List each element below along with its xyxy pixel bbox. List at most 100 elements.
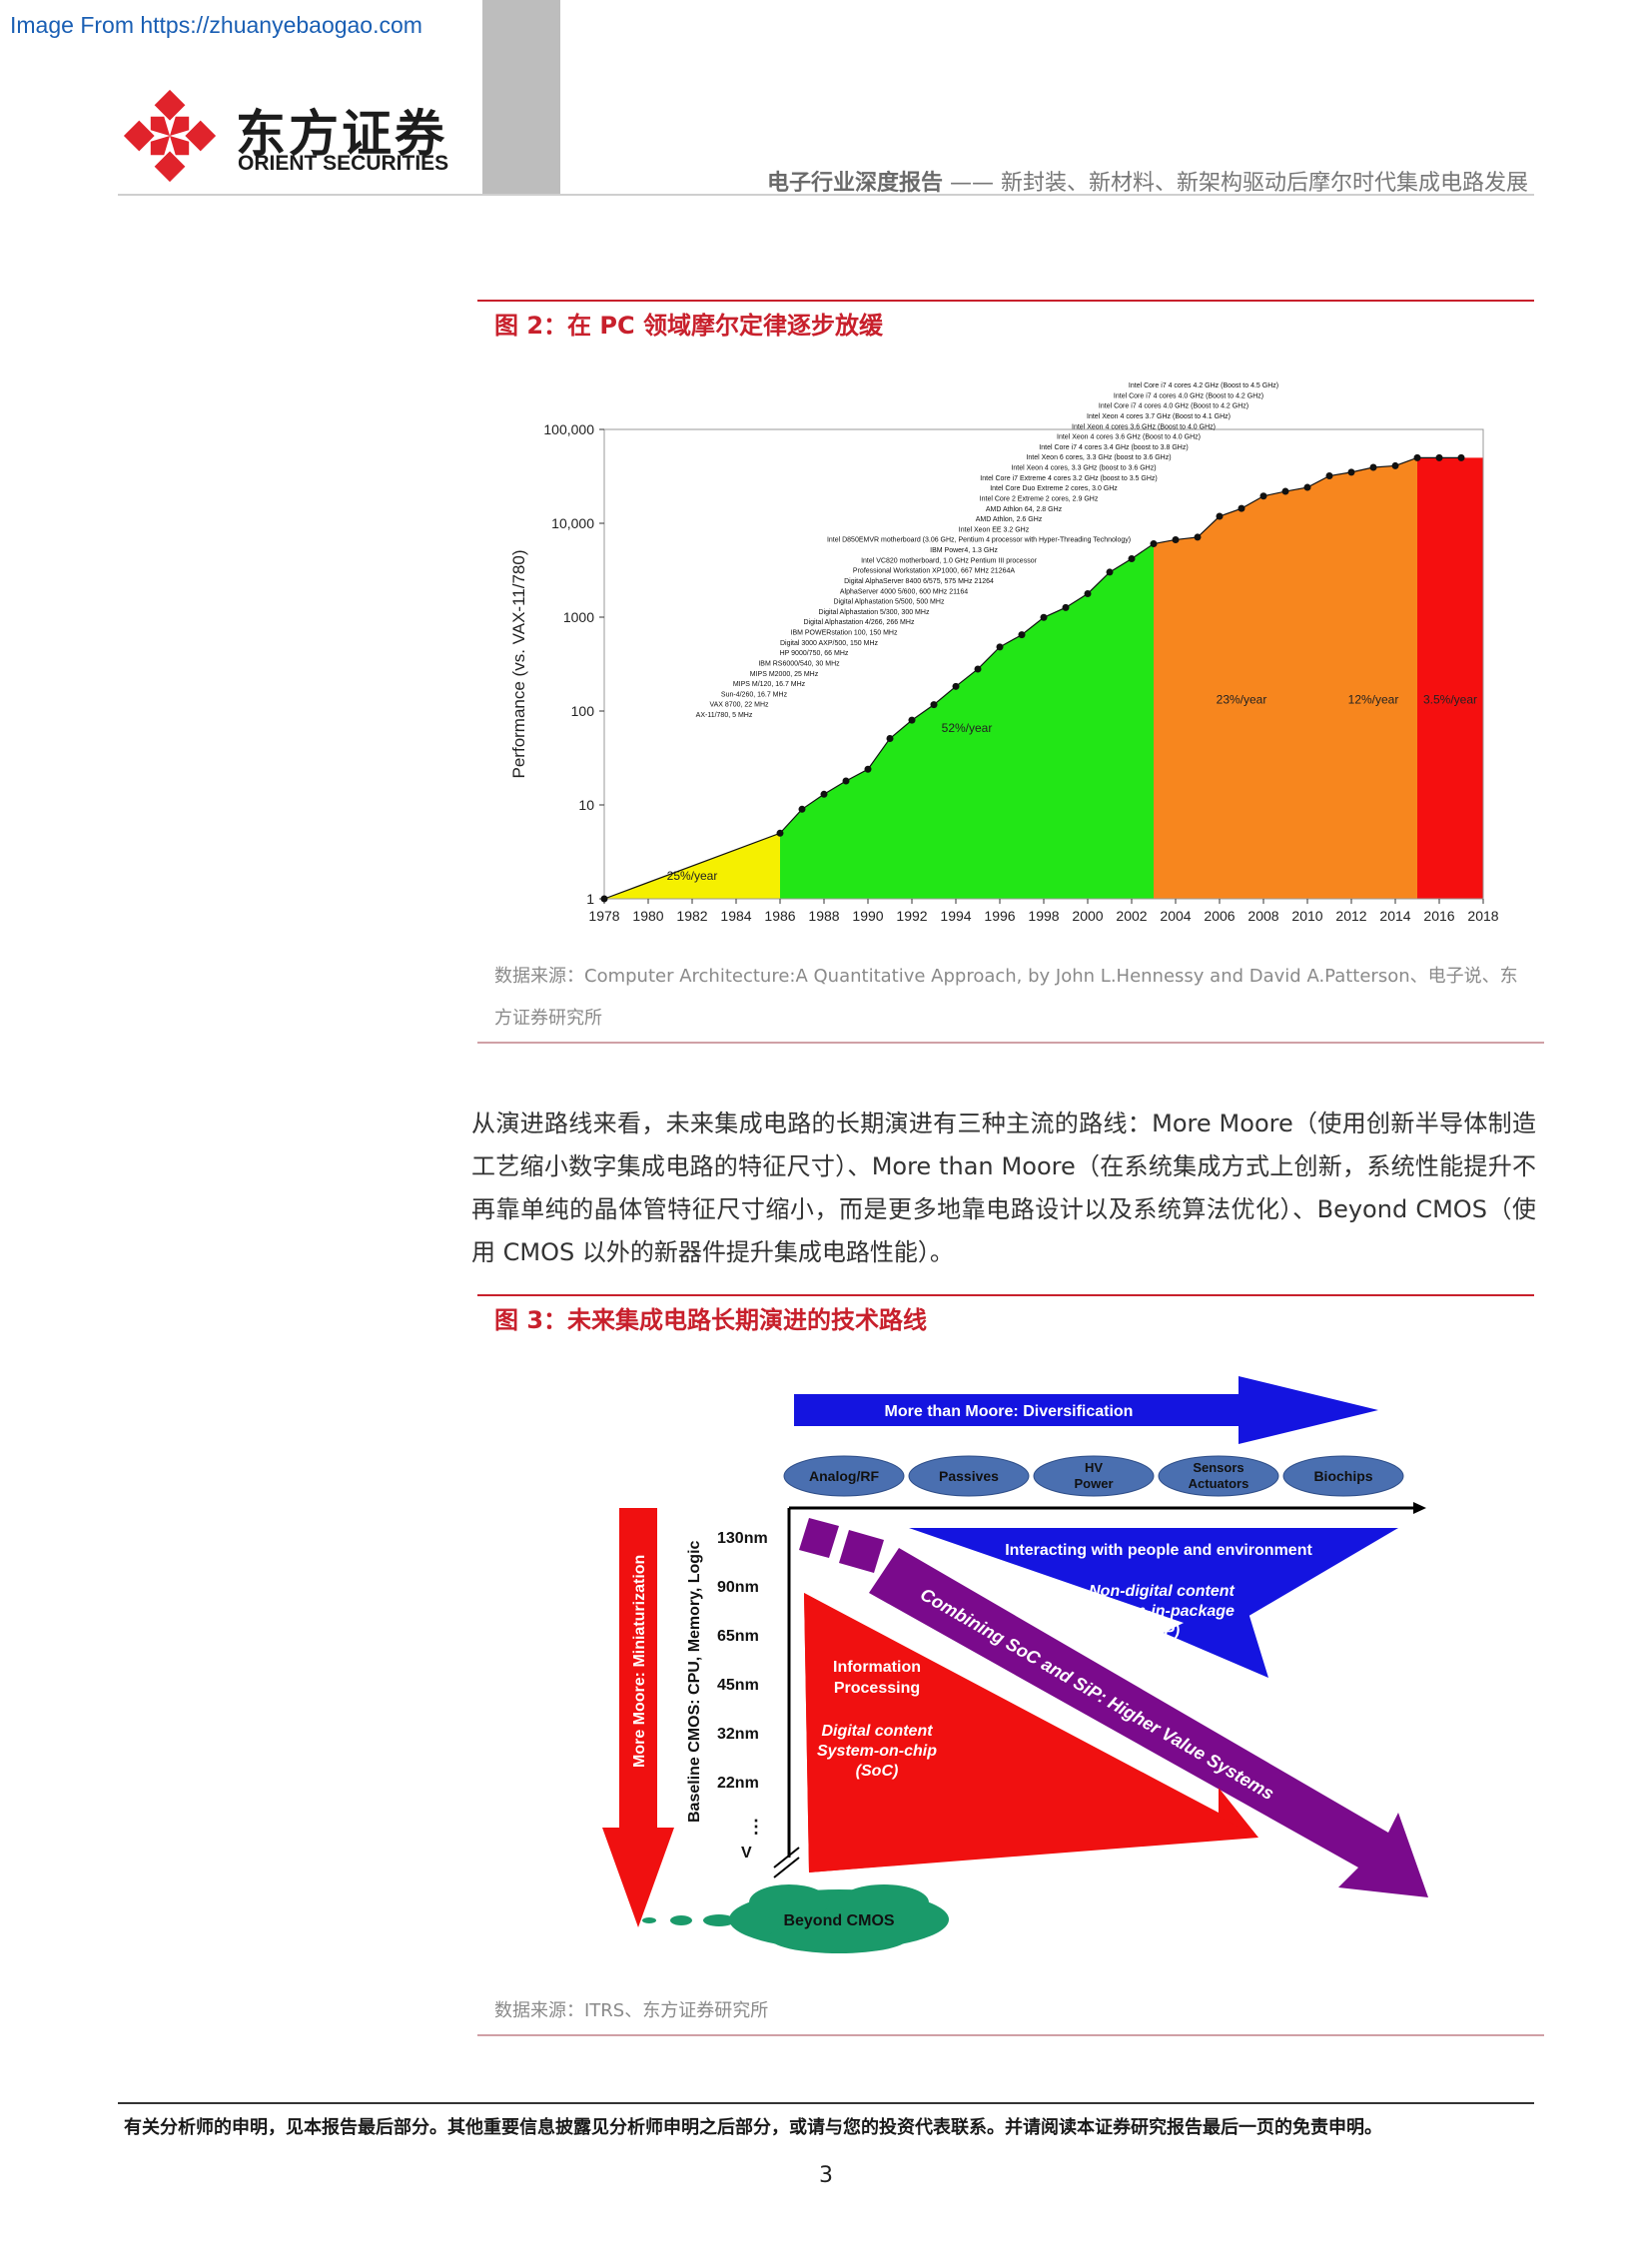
data-point <box>974 665 982 673</box>
data-point <box>1128 554 1136 562</box>
left-arrow-label: More Moore: Miniaturization <box>631 1555 648 1768</box>
figure3-bottom-rule <box>477 2034 1544 2036</box>
processor-label: Digital Alphastation 5/300, 300 MHz <box>819 609 930 616</box>
processor-label: Intel Xeon 4 cores 3.6 GHz (Boost to 4.0… <box>1057 434 1201 441</box>
x-tick-label: 2004 <box>1160 908 1191 924</box>
data-point <box>908 716 916 724</box>
region-label-1: 52%/year <box>942 721 993 735</box>
data-point <box>1259 492 1267 500</box>
x-tick-label: 1998 <box>1028 908 1059 924</box>
processor-label: Digital 3000 AXP/500, 150 MHz <box>780 640 879 647</box>
application-pills: Analog/RF Passives HVPower SensorsActuators… <box>783 1455 1404 1497</box>
axis-break-2 <box>773 1857 800 1878</box>
x-tick-label: 1996 <box>984 908 1015 924</box>
data-point <box>798 805 806 813</box>
processor-label: Intel Xeon 4 cores 3.6 GHz (Boost to 4.0… <box>1072 423 1216 430</box>
report-category: 电子行业深度报告 <box>766 171 943 196</box>
process-nodes: 130nm 90nm 65nm 45nm 32nm 22nm <box>717 1530 768 1792</box>
x-tick-label: 1992 <box>896 908 927 924</box>
page-number: 3 <box>819 2163 833 2188</box>
pill-label: Actuators <box>1189 1476 1249 1491</box>
node-arrow-down: V <box>741 1845 752 1862</box>
processor-label: AX-11/780, 5 MHz <box>696 712 753 719</box>
processor-label: Intel Core Duo Extreme 2 cores, 3.0 GHz <box>990 485 1118 492</box>
figure3-title: 图 3：未来集成电路长期演进的技术路线 <box>494 1306 928 1334</box>
processor-label: Intel Xeon 4 cores, 3.3 GHz (boost to 3.… <box>1011 465 1156 472</box>
x-tick-label: 1982 <box>676 908 707 924</box>
purple-block-1 <box>799 1518 839 1558</box>
y-tick-label: 10 <box>578 797 594 813</box>
processor-label: AMD Athlon 64, 2.8 GHz <box>986 506 1063 513</box>
processor-label: Professional Workstation XP1000, 667 MHz… <box>853 568 1015 575</box>
processor-label: IBM RS6000/540, 30 MHz <box>758 660 840 667</box>
data-point <box>600 895 608 903</box>
figure2-title: 图 2：在 PC 领域摩尔定律逐步放缓 <box>494 312 883 340</box>
data-point <box>776 829 784 837</box>
processor-label: Intel Xeon 4 cores 3.7 GHz (Boost to 4.1… <box>1087 413 1231 420</box>
processor-label: Intel Core i7 Extreme 4 cores 3.2 GHz (b… <box>980 475 1157 482</box>
x-tick-label: 1984 <box>720 908 751 924</box>
processor-label: Intel Core i7 4 cores 3.4 GHz (boost to … <box>1039 444 1188 451</box>
y-tick-label: 100 <box>571 703 595 719</box>
footer-disclaimer: 有关分析师的申明，见本报告最后部分。其他重要信息披露见分析师申明之后部分，或请与… <box>124 2117 1382 2138</box>
processor-label: Intel Xeon EE 3.2 GHz <box>959 526 1030 533</box>
node-label: 32nm <box>717 1726 759 1743</box>
pill-label: Analog/RF <box>809 1468 879 1484</box>
processor-label: Digital Alphastation 5/500, 500 MHz <box>834 599 945 606</box>
processor-label: Intel VC820 motherboard, 1.0 GHz Pentium… <box>861 557 1038 564</box>
x-tick-label: 2012 <box>1335 908 1366 924</box>
processor-label: Intel Xeon 6 cores, 3.3 GHz (boost to 3.… <box>1026 454 1171 461</box>
blue-triangle-label: Interacting with people and environment <box>1005 1542 1312 1559</box>
figure3-top-rule <box>477 1294 1534 1296</box>
processor-label: AMD Athlon, 2.6 GHz <box>976 516 1043 523</box>
data-point <box>1457 453 1465 461</box>
axis-arrowhead-right <box>1413 1502 1426 1514</box>
data-point <box>1435 453 1443 461</box>
node-label: 45nm <box>717 1677 759 1694</box>
data-point <box>1325 472 1333 480</box>
orient-logo-icon <box>123 89 217 183</box>
purple-block-2 <box>839 1530 884 1573</box>
roadmap-diagram: More than Moore: Diversification Analog/… <box>602 1376 1428 1953</box>
data-point <box>820 790 828 798</box>
data-point <box>1413 453 1421 461</box>
processor-label: HP 9000/750, 66 MHz <box>780 650 849 657</box>
node-label: 130nm <box>717 1530 768 1547</box>
y-tick-label: 1000 <box>563 609 594 625</box>
report-header: 电子行业深度报告 —— 新封装、新材料、新架构驱动后摩尔时代集成电路发展 <box>767 165 1528 197</box>
footer-divider <box>118 2102 1534 2104</box>
x-tick-label: 1990 <box>852 908 883 924</box>
data-point <box>1216 512 1224 520</box>
data-point <box>886 734 894 742</box>
data-point <box>952 682 960 690</box>
x-tick-label: 2018 <box>1467 908 1498 924</box>
data-point <box>1062 603 1070 611</box>
data-point <box>1194 533 1202 541</box>
processor-label: Digital Alphastation 4/266, 266 MHz <box>804 619 915 626</box>
region-label-2: 23%/year <box>1217 693 1267 707</box>
performance-chart: 25%/year 52%/year 23%/year 12%/year 3.5%/yea… <box>509 382 1499 924</box>
region-label-4: 3.5%/year <box>1423 693 1477 707</box>
pill-label: Passives <box>939 1468 999 1484</box>
header-separator: —— <box>949 171 994 196</box>
processor-label: VAX 8700, 22 MHz <box>709 702 769 709</box>
x-tick-label: 2010 <box>1291 908 1322 924</box>
node-label: 65nm <box>717 1628 759 1645</box>
data-point <box>1391 461 1399 469</box>
axis-break-1 <box>773 1847 800 1868</box>
region-3 <box>1329 457 1417 899</box>
data-point <box>930 701 938 709</box>
processor-label: Intel Core i7 4 cores 4.0 GHz (Boost to … <box>1099 403 1248 410</box>
data-point <box>1172 535 1180 543</box>
watermark-link[interactable]: Image From https://zhuanyebaogao.com <box>10 12 422 39</box>
processor-label: MIPS M2000, 25 MHz <box>750 671 819 678</box>
data-point <box>1018 631 1026 639</box>
data-point <box>1106 568 1114 576</box>
figure3-source: 数据来源：ITRS、东方证券研究所 <box>494 2000 769 2021</box>
figure2-bottom-rule <box>477 1042 1544 1044</box>
processor-label: Intel D850EMVR motherboard (3.06 GHz, Pe… <box>827 537 1131 544</box>
cloud-dot-1 <box>642 1917 656 1923</box>
header-gray-band <box>482 0 560 196</box>
processor-label: Intel Core i7 4 cores 4.2 GHz (Boost to … <box>1129 382 1278 389</box>
data-point <box>842 777 850 785</box>
